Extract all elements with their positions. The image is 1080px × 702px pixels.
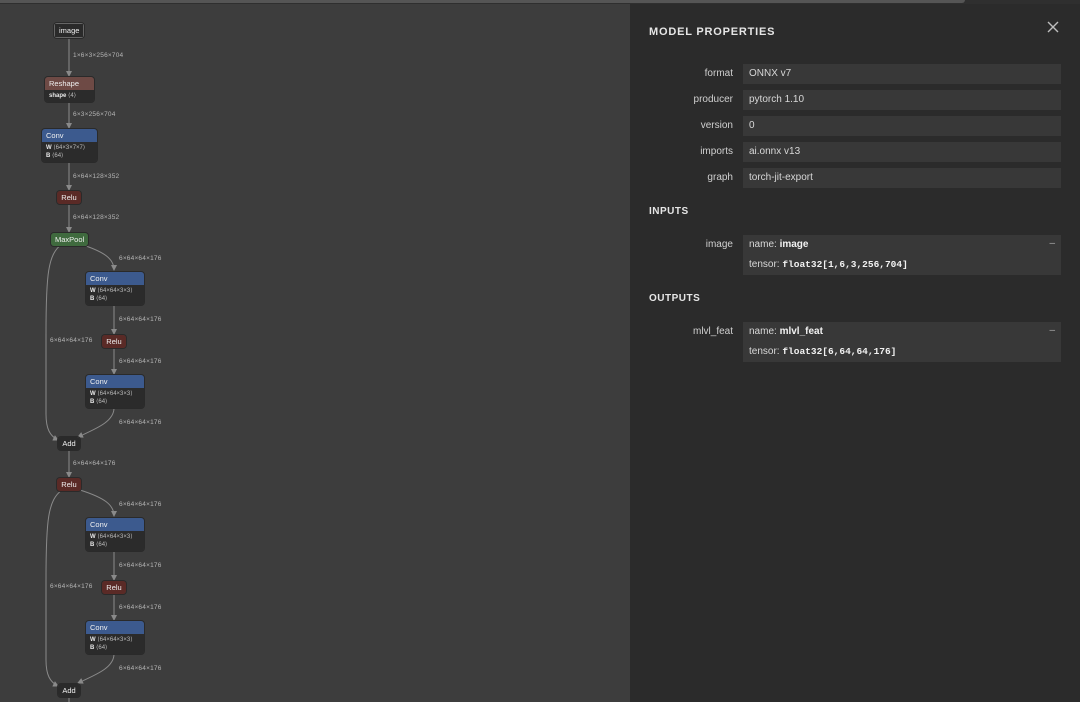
property-value: 0 bbox=[743, 116, 1061, 136]
output-key: mlvl_feat bbox=[692, 326, 733, 337]
input-item: image name: image tensor: float32[1,6,3,… bbox=[630, 235, 1080, 277]
property-value: pytorch 1.10 bbox=[743, 90, 1061, 110]
node-attr: B ⟨64⟩ bbox=[90, 296, 108, 302]
node-label: Add bbox=[58, 437, 80, 450]
edge-label: 6×64×64×176 bbox=[73, 460, 116, 467]
node-attr: B ⟨64⟩ bbox=[90, 399, 108, 405]
edge bbox=[77, 653, 115, 684]
graph-node-reshape[interactable]: Reshape shape ⟨4⟩ bbox=[45, 77, 94, 102]
graph-node-conv[interactable]: Conv W ⟨64×64×3×3⟩ B ⟨64⟩ bbox=[86, 375, 144, 408]
node-label: Add bbox=[58, 684, 80, 697]
edge-label: 6×64×64×176 bbox=[119, 562, 162, 569]
graph-edges bbox=[45, 38, 117, 702]
graph-node-conv[interactable]: Conv W ⟨64×3×7×7⟩ B ⟨64⟩ bbox=[42, 129, 97, 162]
edge-label: 6×64×64×176 bbox=[119, 501, 162, 508]
node-label: Conv bbox=[86, 518, 144, 531]
graph-node-image[interactable]: image bbox=[54, 23, 84, 38]
edge bbox=[77, 407, 115, 438]
node-attr: shape ⟨4⟩ bbox=[49, 93, 77, 99]
inputs-section-title: INPUTS bbox=[649, 206, 689, 217]
node-attr: B ⟨64⟩ bbox=[90, 542, 108, 548]
edge bbox=[79, 489, 117, 517]
node-attr: W ⟨64×64×3×3⟩ bbox=[90, 534, 133, 540]
output-details[interactable]: name: mlvl_feat tensor: float32[6,64,64,… bbox=[743, 322, 1061, 362]
edge-label: 6×64×128×352 bbox=[73, 214, 120, 221]
property-key: version bbox=[700, 120, 733, 131]
edge-label: 6×64×64×176 bbox=[50, 337, 93, 344]
property-key: producer bbox=[693, 94, 733, 105]
edge-label: 6×64×128×352 bbox=[73, 173, 120, 180]
node-label: Conv bbox=[86, 272, 144, 285]
node-attr: W ⟨64×64×3×3⟩ bbox=[90, 391, 133, 397]
graph-node-relu[interactable]: Relu bbox=[102, 335, 126, 348]
input-details[interactable]: name: image tensor: float32[1,6,3,256,70… bbox=[743, 235, 1061, 275]
property-value: ai.onnx v13 bbox=[743, 142, 1061, 162]
node-label: Conv bbox=[42, 129, 97, 142]
graph-node-conv[interactable]: Conv W ⟨64×64×3×3⟩ B ⟨64⟩ bbox=[86, 621, 144, 654]
node-label: Conv bbox=[86, 375, 144, 388]
property-value: ONNX v7 bbox=[743, 64, 1061, 84]
output-item: mlvl_feat name: mlvl_feat tensor: float3… bbox=[630, 322, 1080, 364]
input-tensor: tensor: float32[1,6,3,256,704] bbox=[749, 259, 908, 270]
node-label: Relu bbox=[102, 335, 126, 348]
graph-node-relu[interactable]: Relu bbox=[57, 478, 81, 491]
property-key: imports bbox=[700, 146, 733, 157]
property-row-imports: imports ai.onnx v13 bbox=[630, 142, 1080, 162]
input-name: name: image bbox=[749, 239, 809, 250]
edge-label: 6×3×256×704 bbox=[73, 111, 116, 118]
scrollbar-thumb[interactable] bbox=[0, 0, 965, 3]
model-properties-sidebar: MODEL PROPERTIES format ONNX v7 producer… bbox=[630, 4, 1080, 702]
property-value: torch-jit-export bbox=[743, 168, 1061, 188]
node-attr: B ⟨64⟩ bbox=[90, 645, 108, 651]
graph-node-relu[interactable]: Relu bbox=[57, 191, 81, 204]
graph-node-conv[interactable]: Conv W ⟨64×64×3×3⟩ B ⟨64⟩ bbox=[86, 518, 144, 551]
edge bbox=[79, 243, 117, 271]
node-label: Reshape bbox=[45, 77, 94, 90]
edge-label: 6×64×64×176 bbox=[50, 583, 93, 590]
outputs-section-title: OUTPUTS bbox=[649, 293, 701, 304]
edge-label: 6×64×64×176 bbox=[119, 419, 162, 426]
node-attr: B ⟨64⟩ bbox=[46, 153, 64, 159]
property-row-version: version 0 bbox=[630, 116, 1080, 136]
node-label: Conv bbox=[86, 621, 144, 634]
edge-label: 6×64×64×176 bbox=[119, 665, 162, 672]
graph-node-add[interactable]: Add bbox=[58, 437, 80, 450]
graph-node-relu[interactable]: Relu bbox=[102, 581, 126, 594]
edge-label: 1×6×3×256×704 bbox=[73, 52, 124, 59]
graph-node-conv[interactable]: Conv W ⟨64×64×3×3⟩ B ⟨64⟩ bbox=[86, 272, 144, 305]
graph-node-add[interactable]: Add bbox=[58, 684, 80, 697]
close-icon[interactable] bbox=[1046, 20, 1060, 34]
node-attr: W ⟨64×64×3×3⟩ bbox=[90, 288, 133, 294]
output-name: name: mlvl_feat bbox=[749, 326, 823, 337]
property-row-producer: producer pytorch 1.10 bbox=[630, 90, 1080, 110]
edge-label: 6×64×64×176 bbox=[119, 604, 162, 611]
edge-label: 6×64×64×176 bbox=[119, 358, 162, 365]
input-key: image bbox=[705, 239, 733, 250]
node-label: image bbox=[54, 23, 84, 38]
node-label: Relu bbox=[102, 581, 126, 594]
node-label: Relu bbox=[57, 478, 81, 491]
collapse-toggle[interactable]: – bbox=[1049, 322, 1055, 340]
graph-node-maxpool[interactable]: MaxPool bbox=[51, 233, 88, 246]
edge-label: 6×64×64×176 bbox=[119, 255, 162, 262]
graph-canvas[interactable]: 1×6×3×256×704 6×3×256×704 6×64×128×352 6… bbox=[0, 4, 630, 702]
output-tensor: tensor: float32[6,64,64,176] bbox=[749, 346, 897, 357]
property-key: graph bbox=[707, 172, 733, 183]
sidebar-title: MODEL PROPERTIES bbox=[649, 26, 776, 38]
property-row-format: format ONNX v7 bbox=[630, 64, 1080, 84]
collapse-toggle[interactable]: – bbox=[1049, 235, 1055, 253]
node-label: MaxPool bbox=[51, 233, 88, 246]
node-label: Relu bbox=[57, 191, 81, 204]
node-attr: W ⟨64×64×3×3⟩ bbox=[90, 637, 133, 643]
node-attr: W ⟨64×3×7×7⟩ bbox=[46, 145, 86, 151]
property-row-graph: graph torch-jit-export bbox=[630, 168, 1080, 188]
edge-label: 6×64×64×176 bbox=[119, 316, 162, 323]
property-key: format bbox=[704, 68, 733, 79]
